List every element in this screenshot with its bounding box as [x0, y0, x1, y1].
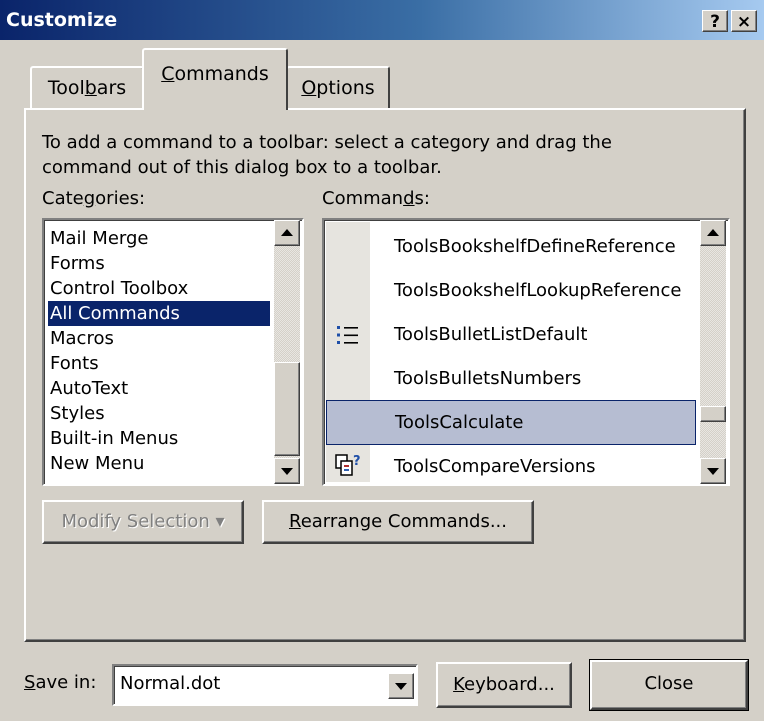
list-item[interactable]: ToolsCompareVersions	[370, 444, 696, 484]
bullet-list-icon	[337, 326, 358, 344]
arrow-up-icon	[707, 229, 719, 236]
close-window-button[interactable]: ×	[731, 10, 757, 32]
list-item[interactable]: AutoText	[48, 376, 270, 401]
scroll-up-button[interactable]	[700, 220, 726, 246]
arrow-down-icon	[707, 468, 719, 475]
scroll-up-button[interactable]	[274, 220, 300, 246]
title-bar: Customize ? ×	[0, 0, 764, 40]
tab-options[interactable]: Options	[286, 66, 390, 108]
arrow-down-icon	[281, 468, 293, 475]
list-item[interactable]: Styles	[48, 401, 270, 426]
list-item-selected[interactable]: All Commands	[48, 301, 270, 326]
list-item[interactable]: Mail Merge	[48, 226, 270, 251]
commands-list[interactable]: ToolsBookshelfDefineReference ToolsBooks…	[322, 218, 730, 486]
dropdown-arrow-icon: ▾	[215, 511, 225, 532]
instructions-line-1: To add a command to a toolbar: select a …	[42, 132, 612, 153]
save-in-value: Normal.dot	[120, 673, 221, 694]
list-item[interactable]: ToolsBookshelfDefineReference	[370, 224, 696, 269]
list-item[interactable]: ToolsBookshelfLookupReference	[370, 268, 696, 313]
list-item[interactable]: Macros	[48, 326, 270, 351]
arrow-up-icon	[281, 229, 293, 236]
list-item[interactable]: Built-in Menus	[48, 426, 270, 451]
list-item[interactable]: Forms	[48, 251, 270, 276]
list-item[interactable]: New Menu	[48, 451, 270, 476]
commands-scrollbar[interactable]	[700, 220, 726, 484]
list-item-selected[interactable]: ToolsCalculate	[326, 400, 696, 445]
scroll-thumb[interactable]	[274, 362, 300, 456]
tab-toolbars[interactable]: Toolbars	[30, 66, 144, 108]
commands-label: Commands:	[322, 188, 430, 209]
scroll-down-button[interactable]	[274, 458, 300, 484]
keyboard-button[interactable]: Keyboard...	[436, 662, 572, 708]
modify-selection-button[interactable]: Modify Selection ▾	[42, 500, 244, 544]
save-in-dropdown[interactable]: Normal.dot	[112, 664, 418, 706]
compare-versions-icon: ?	[335, 454, 360, 476]
help-button[interactable]: ?	[702, 10, 728, 32]
categories-list[interactable]: Mail Merge Forms Control Toolbox All Com…	[42, 218, 304, 486]
save-in-label: Save in:	[24, 672, 97, 693]
list-item[interactable]: ToolsBulletsNumbers	[370, 356, 696, 401]
list-item[interactable]: Control Toolbox	[48, 276, 270, 301]
rearrange-commands-button[interactable]: Rearrange Commands...	[262, 500, 534, 544]
tab-commands[interactable]: Commands	[142, 48, 288, 110]
scroll-thumb[interactable]	[700, 406, 726, 422]
close-button[interactable]: Close	[589, 659, 749, 711]
instructions-line-2: command out of this dialog box to a tool…	[42, 157, 442, 178]
scroll-down-button[interactable]	[700, 458, 726, 484]
dropdown-button[interactable]	[388, 673, 414, 699]
window-title: Customize	[6, 9, 118, 31]
svg-text:?: ?	[353, 454, 360, 469]
categories-scrollbar[interactable]	[274, 220, 300, 484]
list-item[interactable]: Fonts	[48, 351, 270, 376]
list-item[interactable]: ToolsBulletListDefault	[370, 312, 696, 357]
categories-label: Categories:	[42, 188, 146, 209]
chevron-down-icon	[395, 683, 407, 690]
